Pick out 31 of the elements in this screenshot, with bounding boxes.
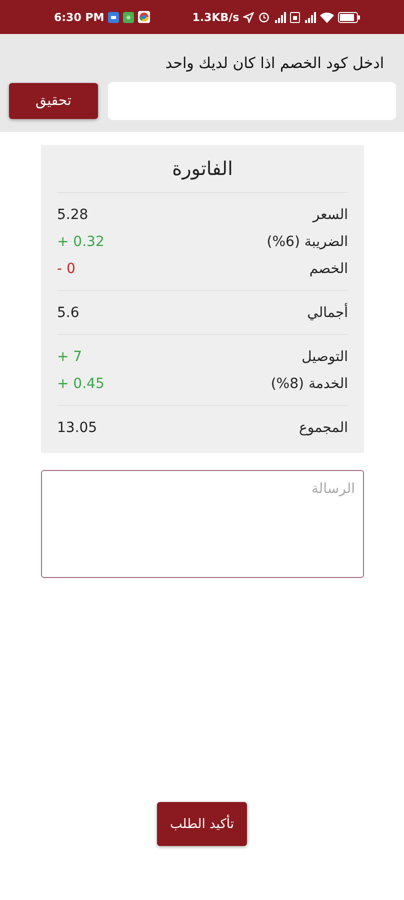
invoice-value: + 0.45 — [57, 376, 104, 392]
invoice-value: 5.28 — [57, 206, 88, 222]
invoice-title: الفاتورة — [57, 145, 348, 193]
invoice-value: + 7 — [57, 348, 82, 364]
verify-button[interactable]: تحقيق — [9, 83, 98, 119]
discount-prompt: ادخل كود الخصم اذا كان لديك واحد — [164, 54, 385, 72]
location-arrow-icon — [243, 12, 254, 22]
wifi-icon — [320, 12, 334, 22]
signal-icon — [274, 12, 286, 22]
invoice-value: + 0.32 — [57, 234, 104, 250]
sim-icon — [290, 12, 300, 22]
invoice-label: السعر — [312, 206, 348, 222]
alarm-icon — [258, 11, 270, 23]
invoice-label: أجمالي — [307, 304, 348, 320]
signal-icon — [304, 12, 316, 22]
invoice-label: الخصم — [309, 260, 348, 276]
invoice-value: 5.6 — [57, 304, 80, 320]
invoice-label: التوصيل — [302, 348, 348, 364]
confirm-order-button[interactable]: تأكيد الطلب — [157, 802, 247, 846]
invoice-value: - 0 — [57, 260, 76, 276]
message-icon — [108, 12, 120, 22]
clock-time: 6:30 PM — [54, 10, 104, 24]
invoice-value: 13.05 — [57, 420, 98, 436]
chat-icon — [123, 12, 134, 22]
invoice-label: الخدمة (8%) — [270, 376, 348, 392]
invoice-label: المجموع — [299, 420, 348, 436]
battery-icon — [338, 12, 360, 22]
invoice-label: الضريبة (6%) — [266, 234, 348, 250]
browser-icon — [138, 11, 150, 23]
network-speed: 1.3KB/s — [192, 10, 240, 24]
message-field[interactable]: الرسالة — [41, 470, 364, 578]
